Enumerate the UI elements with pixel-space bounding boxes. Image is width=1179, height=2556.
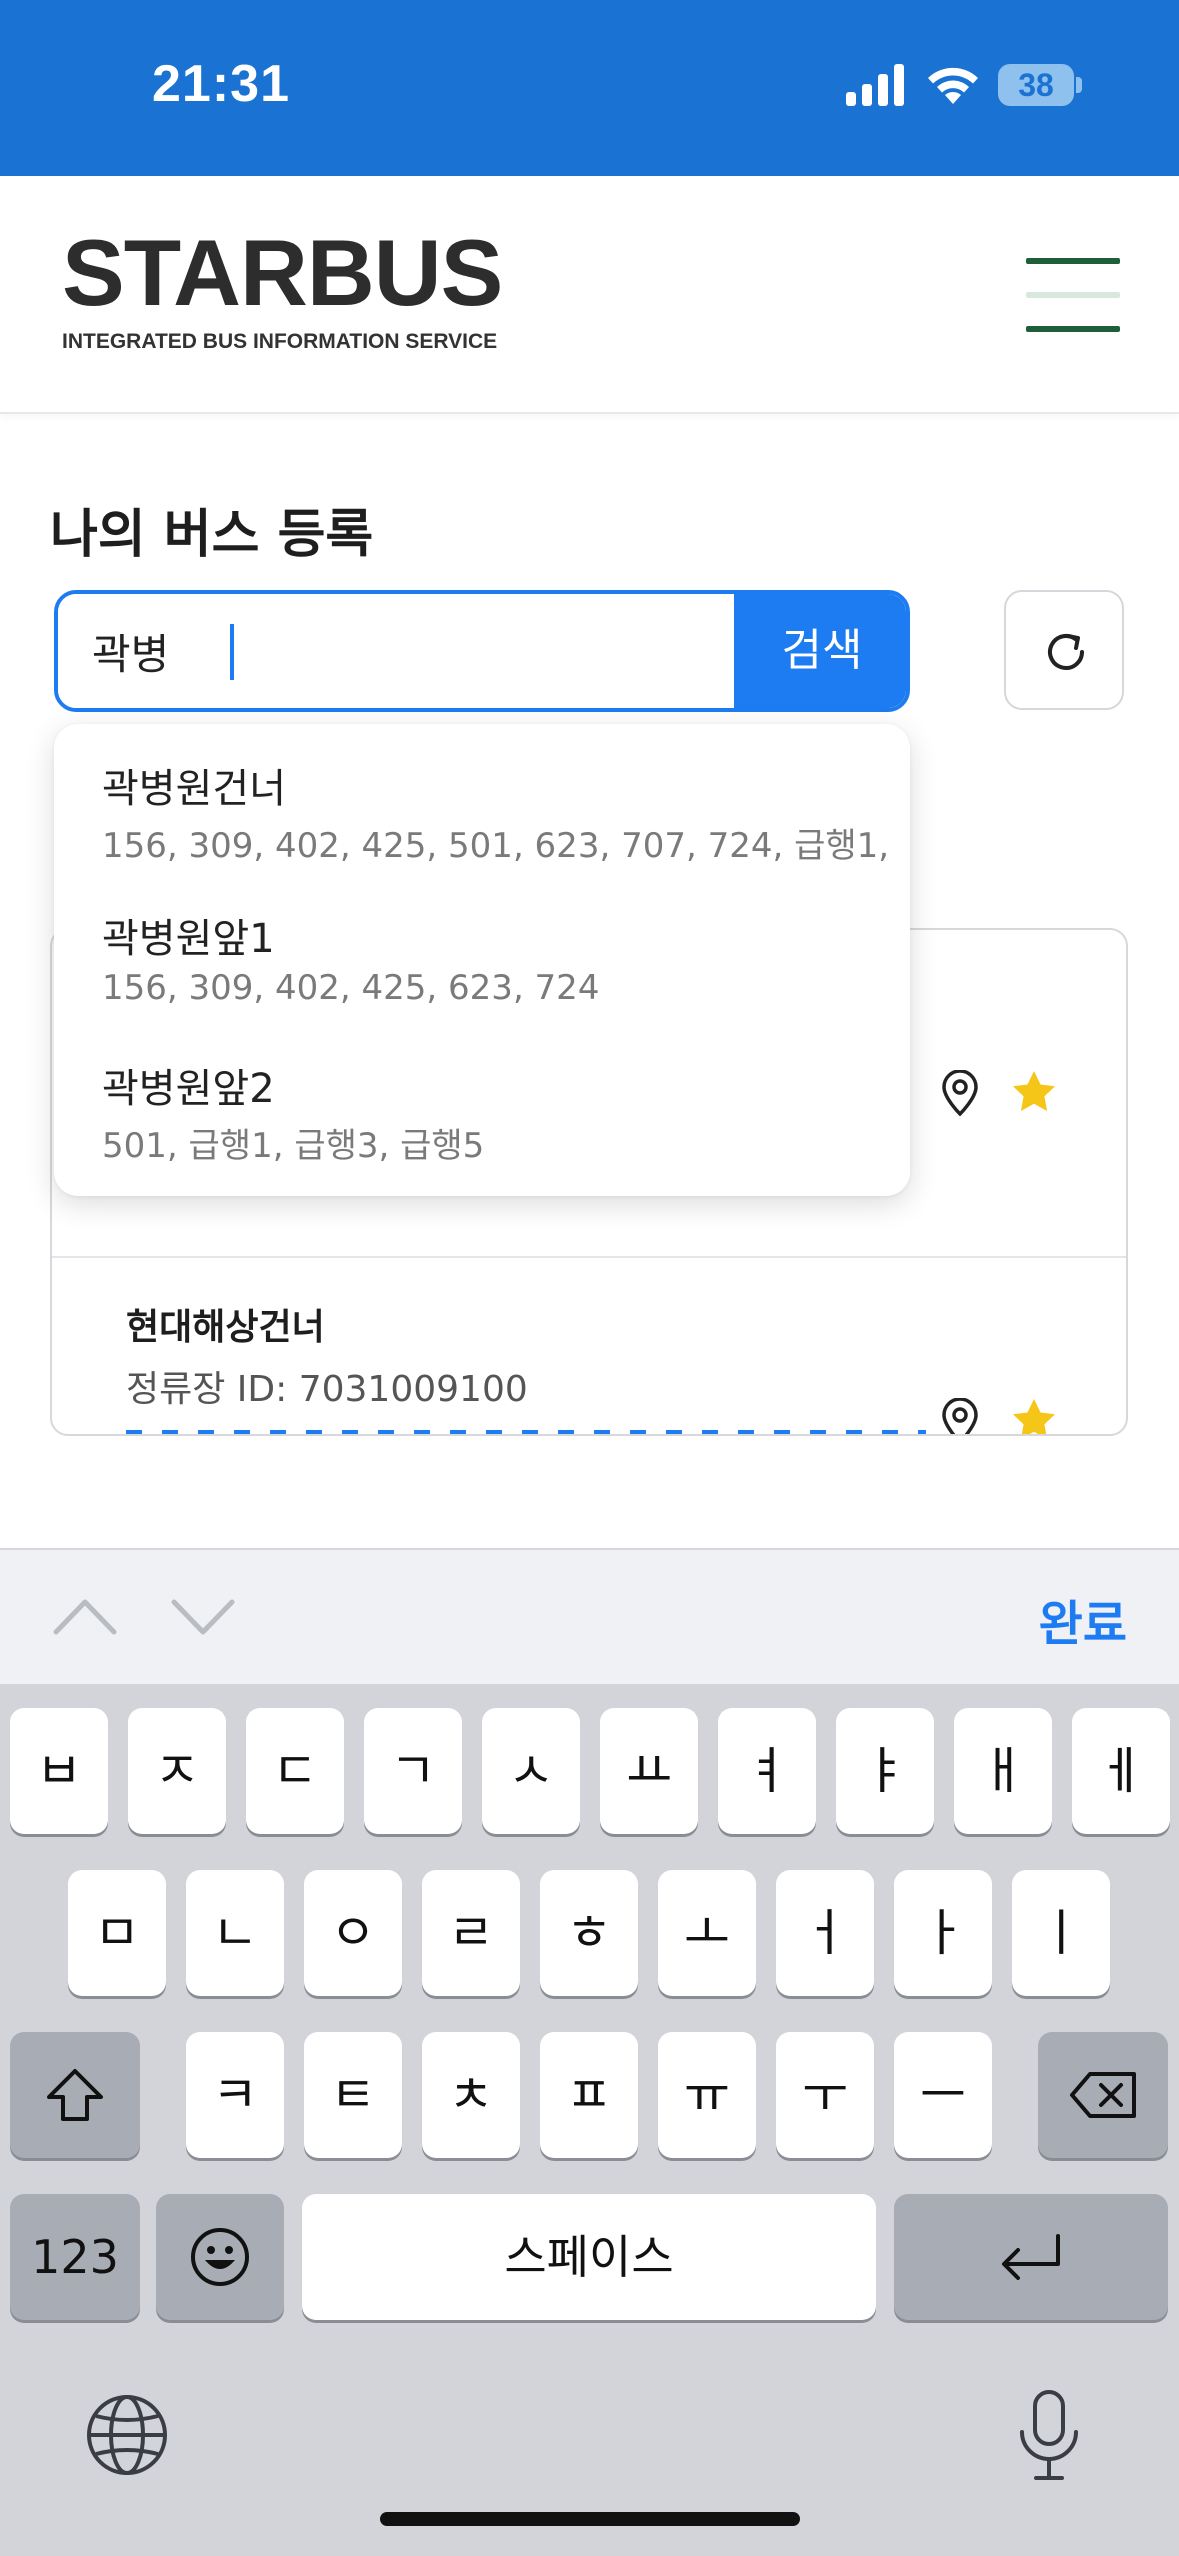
space-key[interactable]: 스페이스 — [302, 2194, 876, 2320]
text-caret — [230, 624, 234, 680]
hamburger-menu-button[interactable] — [1026, 258, 1120, 332]
suggestion-name: 곽병원앞1 — [102, 916, 275, 962]
key-ㅕ[interactable]: ㅕ — [718, 1708, 816, 1834]
suggestion-item[interactable]: 곽병원앞2 501, 급행1, 급행3, 급행5 — [54, 1024, 910, 1174]
chevron-up-icon[interactable] — [50, 1594, 120, 1638]
map-pin-icon[interactable] — [940, 1070, 980, 1116]
suggestion-name: 곽병원건너 — [102, 766, 286, 812]
stop-id: 정류장 ID: 7031009100 — [126, 1369, 528, 1410]
favorite-star-icon[interactable] — [1012, 1398, 1056, 1436]
logo-title[interactable]: STARBUS — [62, 226, 503, 320]
key-ㅊ[interactable]: ㅊ — [422, 2032, 520, 2158]
key-ㄴ[interactable]: ㄴ — [186, 1870, 284, 1996]
key-ㅋ[interactable]: ㅋ — [186, 2032, 284, 2158]
chevron-down-icon[interactable] — [168, 1594, 238, 1638]
key-ㅑ[interactable]: ㅑ — [836, 1708, 934, 1834]
emoji-key[interactable] — [156, 2194, 284, 2320]
suggestion-routes: 156, 309, 402, 425, 623, 724 — [102, 968, 600, 1008]
battery-percentage: 38 — [1018, 67, 1054, 103]
suggestion-name: 곽병원앞2 — [102, 1066, 275, 1112]
numbers-key[interactable]: 123 — [10, 2194, 140, 2320]
shift-icon — [47, 2069, 103, 2121]
key-ㅁ[interactable]: ㅁ — [68, 1870, 166, 1996]
key-ㅠ[interactable]: ㅠ — [658, 2032, 756, 2158]
key-ㅅ[interactable]: ㅅ — [482, 1708, 580, 1834]
key-ㄱ[interactable]: ㄱ — [364, 1708, 462, 1834]
search-button[interactable]: 검색 — [734, 594, 906, 708]
status-bar: 21:31 38 — [0, 0, 1179, 176]
key-ㅛ[interactable]: ㅛ — [600, 1708, 698, 1834]
suggestion-routes: 501, 급행1, 급행3, 급행5 — [102, 1126, 485, 1166]
favorite-star-icon[interactable] — [1012, 1070, 1056, 1112]
cellular-signal-icon — [846, 64, 904, 106]
suggestion-item[interactable]: 곽병원앞1 156, 309, 402, 425, 623, 724 — [54, 874, 910, 1024]
shift-key[interactable] — [10, 2032, 140, 2158]
return-key[interactable] — [894, 2194, 1168, 2320]
backspace-icon — [1070, 2072, 1136, 2118]
key-ㅏ[interactable]: ㅏ — [894, 1870, 992, 1996]
key-ㅍ[interactable]: ㅍ — [540, 2032, 638, 2158]
key-ㅂ[interactable]: ㅂ — [10, 1708, 108, 1834]
key-ㅈ[interactable]: ㅈ — [128, 1708, 226, 1834]
globe-icon[interactable] — [84, 2392, 170, 2478]
key-ㄹ[interactable]: ㄹ — [422, 1870, 520, 1996]
key-ㅗ[interactable]: ㅗ — [658, 1870, 756, 1996]
key-ㅓ[interactable]: ㅓ — [776, 1870, 874, 1996]
search-input[interactable] — [58, 594, 734, 708]
map-pin-icon[interactable] — [940, 1398, 980, 1436]
row-divider — [52, 1256, 1126, 1258]
key-ㅇ[interactable]: ㅇ — [304, 1870, 402, 1996]
suggestions-dropdown: 곽병원건너 156, 309, 402, 425, 501, 623, 707,… — [54, 724, 910, 1196]
key-ㅡ[interactable]: ㅡ — [894, 2032, 992, 2158]
refresh-icon — [1048, 634, 1084, 670]
suggestion-item[interactable]: 곽병원건너 156, 309, 402, 425, 501, 623, 707,… — [54, 724, 910, 874]
search-box: 검색 — [54, 590, 910, 712]
logo-subtitle: INTEGRATED BUS INFORMATION SERVICE — [62, 330, 498, 353]
emoji-icon — [191, 2228, 249, 2286]
done-button[interactable]: 완료 — [1039, 1584, 1127, 1654]
key-ㅣ[interactable]: ㅣ — [1012, 1870, 1110, 1996]
status-time: 21:31 — [152, 55, 290, 113]
stop-name: 현대해상건너 — [126, 1307, 325, 1348]
refresh-button[interactable] — [1004, 590, 1124, 710]
return-icon — [1002, 2234, 1060, 2280]
page-title: 나의 버스 등록 — [50, 505, 374, 565]
battery-icon: 38 — [998, 64, 1082, 106]
app-header: STARBUS INTEGRATED BUS INFORMATION SERVI… — [0, 176, 1179, 414]
wifi-icon — [928, 67, 978, 104]
key-ㅌ[interactable]: ㅌ — [304, 2032, 402, 2158]
key-ㅎ[interactable]: ㅎ — [540, 1870, 638, 1996]
stop-routes-clipped — [126, 1430, 926, 1434]
keyboard: ㅂ ㅈ ㄷ ㄱ ㅅ ㅛ ㅕ ㅑ ㅐ ㅔ ㅁ ㄴ ㅇ ㄹ ㅎ ㅗ ㅓ ㅏ ㅣ ㅋ … — [0, 1684, 1179, 2556]
key-ㄷ[interactable]: ㄷ — [246, 1708, 344, 1834]
key-ㅜ[interactable]: ㅜ — [776, 2032, 874, 2158]
key-ㅐ[interactable]: ㅐ — [954, 1708, 1052, 1834]
backspace-key[interactable] — [1038, 2032, 1168, 2158]
key-ㅔ[interactable]: ㅔ — [1072, 1708, 1170, 1834]
keyboard-toolbar: 완료 — [0, 1548, 1179, 1684]
home-indicator — [380, 2512, 800, 2526]
microphone-icon[interactable] — [1014, 2388, 1084, 2484]
suggestion-routes: 156, 309, 402, 425, 501, 623, 707, 724, … — [102, 826, 890, 866]
